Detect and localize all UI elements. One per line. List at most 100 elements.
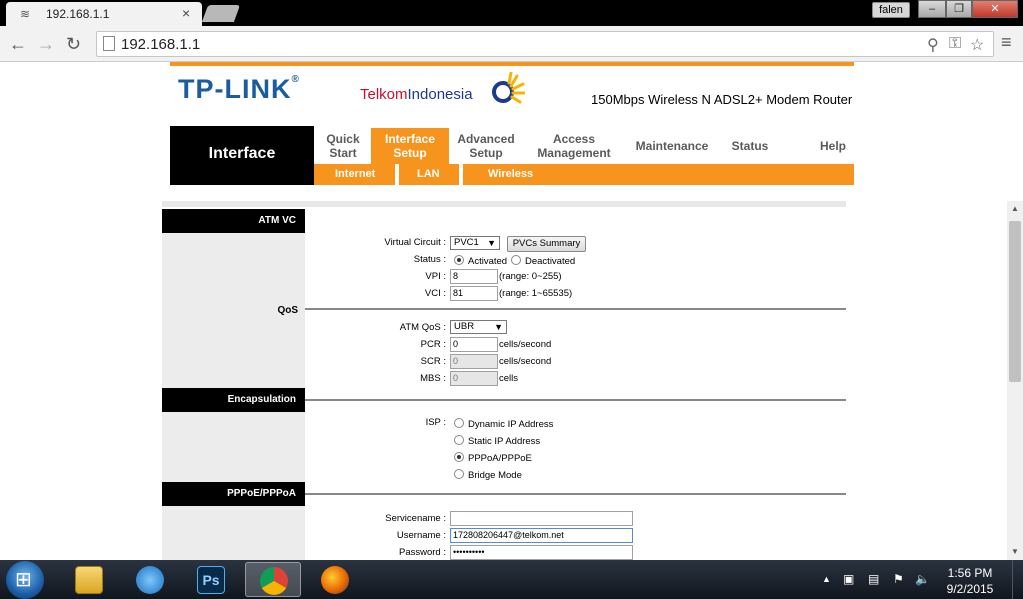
telkom-logo: TelkomIndonesia [360, 86, 473, 103]
clock-date: 9/2/2015 [946, 582, 994, 596]
scroll-down-icon[interactable]: ▼ [1007, 544, 1023, 560]
subnav-internet[interactable]: Internet [335, 168, 375, 180]
browser-toolbar: ← → ↻ 192.168.1.1 ⚲ ⚿ ☆ ≡ [0, 26, 1023, 62]
page-scrollbar[interactable]: ▲ ▼ [1007, 201, 1023, 560]
status-activated-radio[interactable] [454, 255, 464, 265]
network-tray-icon[interactable]: ▤ [868, 572, 879, 586]
atm-qos-label: ATM QoS : [399, 322, 446, 333]
status-label: Status : [413, 254, 446, 265]
system-clock[interactable]: 1:56 PM 9/2/2015 [940, 565, 1000, 597]
volume-icon[interactable]: 🔈 [915, 572, 930, 586]
servicename-label: Servicename : [385, 513, 446, 524]
current-section-title: Interface [170, 126, 314, 185]
extension-icon[interactable]: ⚿ [949, 35, 961, 53]
pcr-unit: cells/second [499, 339, 552, 350]
close-window-button[interactable]: ✕ [972, 0, 1018, 18]
show-desktop-button[interactable] [1012, 560, 1023, 599]
taskbar-firefox[interactable] [307, 562, 363, 597]
main-nav: Interface Quick Start Interface Setup Adva… [170, 126, 854, 185]
mbs-input[interactable]: 0 [450, 371, 498, 386]
status-deactivated-label: Deactivated [525, 256, 576, 267]
page-viewport: TP-LINK® TelkomIndonesia 150Mbps Wireles… [0, 62, 1007, 560]
status-deactivated-radio[interactable] [511, 255, 521, 265]
vpi-range: (range: 0~255) [499, 271, 562, 282]
isp-static-ip-radio[interactable] [454, 435, 464, 445]
profile-button[interactable]: falen [872, 2, 910, 18]
vpi-label: VPI : [425, 271, 446, 282]
section-divider [305, 399, 846, 401]
mbs-unit: cells [499, 373, 519, 384]
username-input[interactable]: 172808206447@telkom.net [450, 528, 633, 543]
subnav-divider [395, 164, 399, 185]
isp-static-ip-label: Static IP Address [468, 436, 541, 447]
clock-time: 1:56 PM [947, 566, 993, 580]
vpi-input[interactable]: 8 [450, 269, 498, 284]
windows-taskbar: Ps ▲ ▣ ▤ ⚑ 🔈 1:56 PM 9/2/2015 [0, 560, 1023, 599]
subnav-wireless[interactable]: Wireless [488, 168, 533, 180]
content-top-strip [162, 201, 846, 207]
nav-help[interactable]: Help [810, 128, 856, 164]
section-divider [305, 308, 846, 310]
atm-qos-select[interactable]: UBR ▼ [450, 320, 507, 334]
reload-icon[interactable]: ↻ [66, 34, 81, 55]
nav-access-management[interactable]: Access Management [528, 128, 620, 164]
password-input[interactable]: •••••••••• [450, 545, 633, 560]
section-pppoe: PPPoE/PPPoA [162, 482, 305, 506]
url-text: 192.168.1.1 [121, 36, 201, 53]
nav-advanced-setup[interactable]: Advanced Setup [452, 128, 520, 164]
password-label: Password : [399, 547, 446, 558]
browser-tab[interactable]: ≋ 192.168.1.1 × [6, 2, 202, 26]
wifi-favicon-icon: ≋ [20, 7, 31, 21]
maximize-button[interactable]: ❐ [946, 0, 972, 18]
chrome-menu-icon[interactable]: ≡ [1001, 32, 1012, 53]
address-bar[interactable]: 192.168.1.1 ⚲ ⚿ ☆ [96, 31, 994, 57]
nav-interface-setup[interactable]: Interface Setup [371, 128, 449, 164]
back-icon[interactable]: ← [9, 34, 27, 55]
device-tray-icon[interactable]: ▣ [843, 572, 854, 586]
minimize-button[interactable]: – [918, 0, 946, 18]
zoom-icon[interactable]: ⚲ [927, 35, 939, 55]
nav-status[interactable]: Status [722, 128, 778, 164]
forward-icon[interactable]: → [37, 34, 55, 55]
scroll-thumb[interactable] [1009, 221, 1021, 382]
section-encapsulation: Encapsulation [162, 388, 305, 412]
dropdown-arrow-icon: ▼ [494, 322, 503, 332]
taskbar-photoshop[interactable]: Ps [183, 562, 239, 597]
taskbar-internet-explorer[interactable] [122, 562, 178, 597]
nav-quick-start[interactable]: Quick Start [318, 128, 368, 164]
isp-pppoa-pppoe-label: PPPoA/PPPoE [468, 453, 532, 464]
vci-input[interactable]: 81 [450, 286, 498, 301]
isp-pppoa-pppoe-radio[interactable] [454, 452, 464, 462]
browser-titlebar: ≋ 192.168.1.1 × falen – ❐ ✕ [0, 0, 1023, 26]
nav-maintenance[interactable]: Maintenance [630, 128, 714, 164]
taskbar-explorer[interactable] [61, 562, 117, 597]
bookmark-star-icon[interactable]: ☆ [970, 35, 984, 55]
taskbar-chrome[interactable] [245, 562, 301, 597]
scr-input[interactable]: 0 [450, 354, 498, 369]
action-center-icon[interactable]: ⚑ [893, 572, 904, 586]
isp-dynamic-ip-radio[interactable] [454, 418, 464, 428]
dropdown-arrow-icon: ▼ [487, 238, 496, 248]
folder-icon [75, 566, 103, 594]
start-button[interactable] [6, 561, 44, 599]
vci-range: (range: 1~65535) [499, 288, 573, 299]
username-label: Username : [396, 530, 446, 541]
isp-bridge-mode-radio[interactable] [454, 469, 464, 479]
pcr-input[interactable]: 0 [450, 337, 498, 352]
subnav-lan[interactable]: LAN [417, 168, 440, 180]
pcr-label: PCR : [420, 339, 446, 350]
status-activated-label: Activated [468, 256, 508, 267]
page-icon [103, 36, 115, 51]
servicename-input[interactable] [450, 511, 633, 526]
isp-label: ISP : [425, 417, 446, 428]
subnav-divider [459, 164, 463, 185]
internet-explorer-icon [136, 566, 164, 594]
content-left-column [162, 209, 305, 560]
header-accent-line [170, 62, 854, 66]
scroll-up-icon[interactable]: ▲ [1007, 201, 1023, 217]
show-hidden-icons-icon[interactable]: ▲ [822, 574, 831, 584]
pvcs-summary-button[interactable]: PVCs Summary [507, 236, 586, 252]
virtual-circuit-select[interactable]: PVC1 ▼ [450, 236, 500, 250]
close-tab-icon[interactable]: × [182, 5, 190, 21]
new-tab-button[interactable] [201, 5, 241, 22]
